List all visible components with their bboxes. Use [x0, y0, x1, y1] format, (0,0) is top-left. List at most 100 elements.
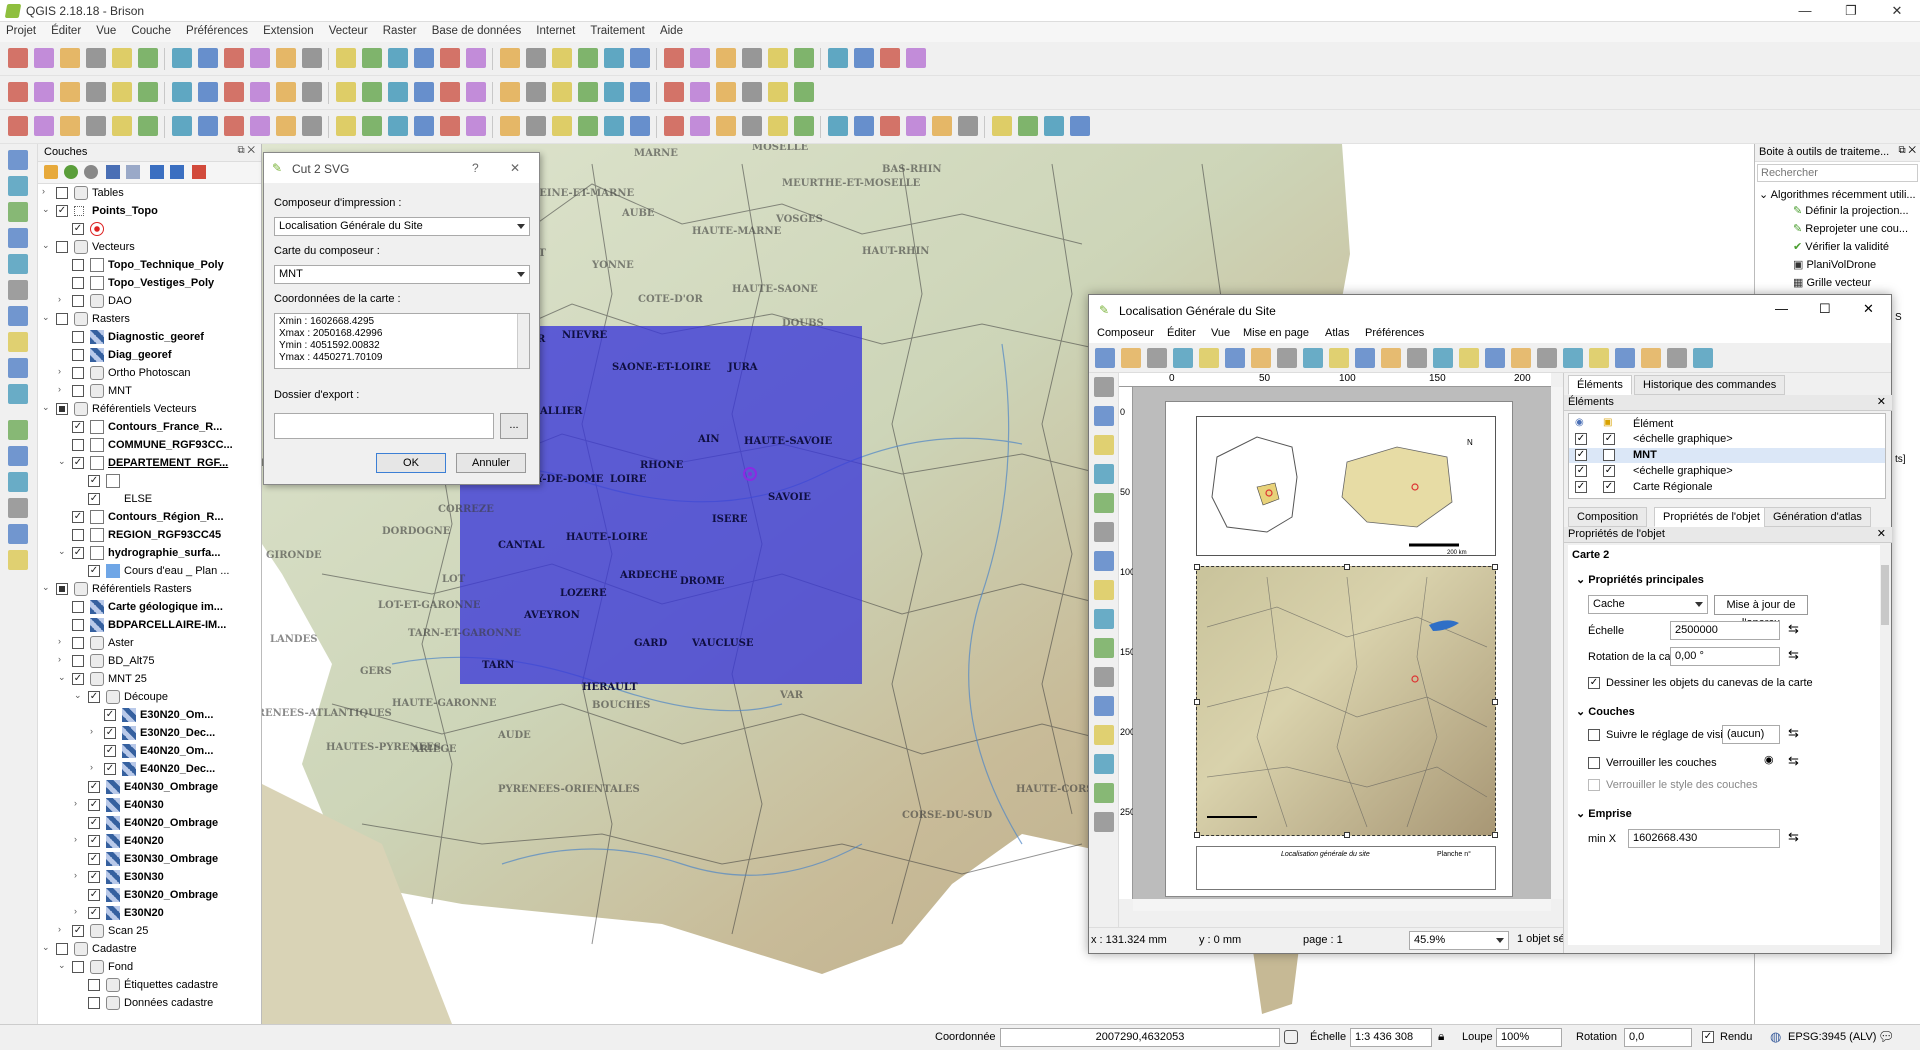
properties-scrollbar[interactable] [1880, 545, 1890, 945]
add-ring-icon[interactable] [86, 116, 106, 136]
menu-vecteur[interactable]: Vecteur [323, 22, 374, 37]
new-project-icon[interactable] [8, 48, 28, 68]
chevron-right-icon[interactable]: › [58, 636, 61, 646]
offset-curve-icon[interactable] [828, 116, 848, 136]
zoom-full-icon[interactable] [302, 48, 322, 68]
layer-tree-item[interactable]: ⌄ hydrographie_surfa... [38, 544, 260, 562]
layer-tree-item[interactable] [38, 472, 260, 490]
visibility-icon[interactable] [84, 165, 98, 179]
layer-visibility-checkbox[interactable] [88, 817, 100, 829]
layer-visibility-checkbox[interactable] [72, 295, 84, 307]
layer-tree-item[interactable]: E30N20_Ombrage [38, 886, 260, 904]
maximize-button[interactable]: ❐ [1828, 0, 1874, 22]
undo-icon[interactable] [604, 82, 624, 102]
layer-tree-item[interactable]: Cours d'eau _ Plan ... [38, 562, 260, 580]
help-icon[interactable] [828, 48, 848, 68]
composer-menu-atlas[interactable]: Atlas [1325, 327, 1349, 339]
toolbox-group-recent[interactable]: ⌄ Algorithmes récemment utili... [1759, 188, 1916, 201]
composer-menu-composeur[interactable]: Composeur [1097, 327, 1154, 339]
layer-visibility-checkbox[interactable] [104, 727, 116, 739]
save-template-icon[interactable] [1225, 348, 1245, 368]
deselect-icon[interactable] [630, 48, 650, 68]
statistics-icon[interactable] [716, 48, 736, 68]
layer-tree-item[interactable]: Diag_georef [38, 346, 260, 364]
gps-icon[interactable] [992, 116, 1012, 136]
layer-visibility-checkbox[interactable] [56, 187, 68, 199]
menu-preferences[interactable]: Préférences [180, 22, 254, 37]
menu-base-de-donnees[interactable]: Base de données [426, 22, 528, 37]
copy-icon[interactable] [224, 82, 244, 102]
layer-tree-item[interactable]: E40N20_Om... [38, 742, 260, 760]
layer-tree-item[interactable]: › Scan 25 [38, 922, 260, 940]
add-shape-icon[interactable] [1094, 667, 1114, 687]
layer-visibility-checkbox[interactable] [72, 457, 84, 469]
fill-ring-icon[interactable] [716, 116, 736, 136]
new-shapefile-icon[interactable] [8, 332, 28, 352]
select-move-item-icon[interactable] [1094, 435, 1114, 455]
messages-icon[interactable]: 💬︎ [1878, 1029, 1895, 1045]
undo-icon[interactable] [1355, 348, 1375, 368]
composer-save-icon[interactable] [1095, 348, 1115, 368]
layer-tree-item[interactable]: E40N30_Ombrage [38, 778, 260, 796]
offset-curve-icon[interactable] [250, 116, 270, 136]
element-lock-checkbox[interactable] [1603, 465, 1615, 477]
globe-icon[interactable] [500, 82, 520, 102]
chevron-right-icon[interactable]: › [74, 834, 77, 844]
select-icon[interactable] [578, 48, 598, 68]
rotate-symbol-icon[interactable] [388, 116, 408, 136]
zoom-100-icon[interactable] [1433, 348, 1453, 368]
toolbox-search-input[interactable]: Rechercher [1757, 164, 1918, 182]
layer-tree-item[interactable]: ELSE [38, 490, 260, 508]
unlock-icon[interactable] [1615, 348, 1635, 368]
expand-all-icon[interactable] [150, 165, 164, 179]
plugin-icon[interactable] [526, 82, 546, 102]
menu-internet[interactable]: Internet [530, 22, 581, 37]
toolbox-item-3[interactable]: ✔ Vérifier la validité [1793, 240, 1889, 253]
layer-tree-item[interactable]: BDPARCELLAIRE-IM... [38, 616, 260, 634]
panel-close-icon[interactable]: ✕ [1877, 395, 1886, 408]
gps-icon[interactable] [414, 116, 434, 136]
chevron-down-icon[interactable]: ⌄ [58, 546, 66, 557]
layer-tree-item[interactable]: Diagnostic_georef [38, 328, 260, 346]
show-hide-label-icon[interactable] [362, 82, 382, 102]
layer-style-icon[interactable] [1044, 116, 1064, 136]
measure-icon[interactable] [742, 48, 762, 68]
layer-visibility-checkbox[interactable] [72, 529, 84, 541]
layer-visibility-checkbox[interactable] [72, 637, 84, 649]
edit-nodes-icon[interactable] [1094, 493, 1114, 513]
menu-aide[interactable]: Aide [654, 22, 689, 37]
add-part-icon[interactable] [690, 116, 710, 136]
select-by-value-icon[interactable] [604, 48, 624, 68]
layer-tree-item[interactable]: › E30N30 [38, 868, 260, 886]
chevron-right-icon[interactable]: › [58, 654, 61, 664]
delete-part-icon[interactable] [768, 116, 788, 136]
panel-float-close-icon[interactable]: ⧉ ✕ [237, 145, 255, 156]
layer-visibility-checkbox[interactable] [88, 853, 100, 865]
layer-visibility-checkbox[interactable] [56, 403, 68, 415]
zoom-in-icon[interactable] [224, 48, 244, 68]
layer-visibility-checkbox[interactable] [56, 943, 68, 955]
data-defined-override-icon[interactable]: ⇆ [1788, 725, 1810, 743]
delete-ring-icon[interactable] [172, 116, 192, 136]
layer-style-icon[interactable] [466, 116, 486, 136]
section-main-properties[interactable]: ⌄ Propriétés principales [1576, 573, 1704, 586]
dialog-close-button[interactable]: ✕ [510, 161, 520, 175]
chevron-down-icon[interactable]: ⌄ [58, 672, 66, 683]
textarea-scrollbar[interactable] [517, 314, 529, 368]
add-mssql-icon[interactable] [8, 524, 28, 544]
pan-to-selection-icon[interactable] [198, 48, 218, 68]
layer-tree-item[interactable]: › E40N20 [38, 832, 260, 850]
layer-visibility-checkbox[interactable] [88, 889, 100, 901]
minimize-button[interactable]: — [1782, 0, 1828, 22]
help-button[interactable]: ? [472, 161, 479, 175]
attribute-table-icon[interactable] [664, 48, 684, 68]
crs-globe-icon[interactable]: ◍ [1770, 1029, 1781, 1045]
layer-visibility-checkbox[interactable] [72, 439, 84, 451]
layer-tree-item[interactable]: ⌄ Référentiels Vecteurs [38, 400, 260, 418]
selection-handle[interactable] [1194, 699, 1200, 705]
layer-tree-item[interactable]: ⌄ Découpe [38, 688, 260, 706]
layer-visibility-checkbox[interactable] [88, 979, 100, 991]
advanced-digitize-icon[interactable] [8, 116, 28, 136]
composer-menu-mise-en-page[interactable]: Mise en page [1243, 327, 1309, 339]
layer-visibility-checkbox[interactable] [72, 601, 84, 613]
